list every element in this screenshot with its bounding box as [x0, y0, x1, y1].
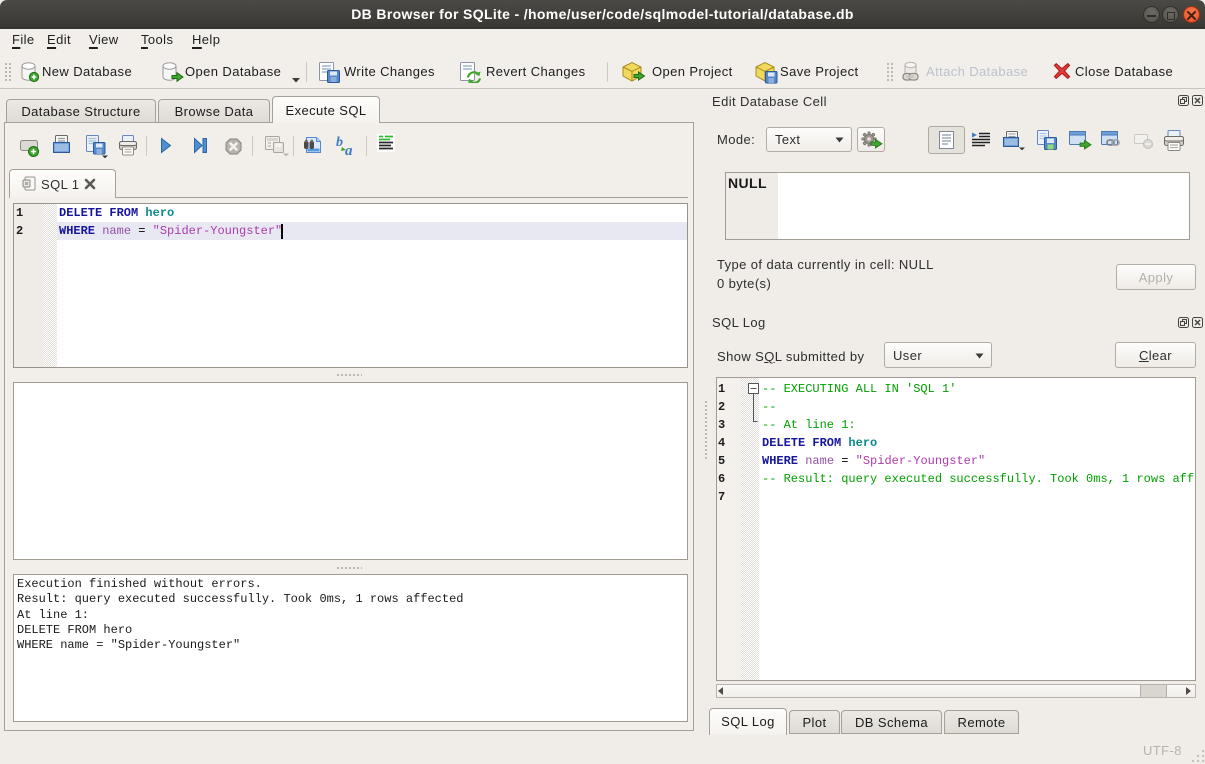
svg-text:a: a [345, 143, 353, 157]
